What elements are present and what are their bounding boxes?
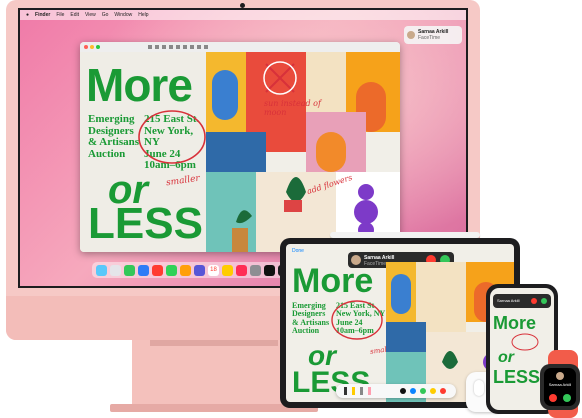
menu-item-file[interactable]: File [56, 12, 64, 18]
imac-stand-shadow [150, 340, 278, 346]
color-red-swatch[interactable] [440, 388, 446, 394]
eraser-tool-icon[interactable] [368, 387, 371, 395]
menu-item-go[interactable]: Go [102, 12, 109, 18]
poster-headline-or: or [498, 349, 514, 366]
dock-app-icon[interactable] [96, 264, 107, 276]
menu-item-edit[interactable]: Edit [70, 12, 79, 18]
annotation-sun-instead-of-moon: sun instead of moon [264, 99, 321, 117]
dock-app-icon[interactable] [222, 264, 233, 276]
menu-item-view[interactable]: View [85, 12, 96, 18]
accept-call-icon[interactable] [541, 298, 547, 304]
caller-name: Sarnaa Arkill [548, 382, 572, 387]
dock-app-icon[interactable] [152, 264, 163, 276]
poster-text-panel: More Emerging Designers & Artisans Aucti… [80, 52, 206, 252]
color-yellow-swatch[interactable] [430, 388, 436, 394]
facetime-notification[interactable]: Sarnaa Arkill FaceTime [404, 26, 462, 44]
poster-illustration: sun instead of moon add flowers [206, 52, 400, 252]
notification-subtitle: FaceTime [418, 35, 441, 41]
preview-window[interactable]: More Emerging Designers & Artisans Aucti… [80, 42, 400, 252]
red-circle-annotation [511, 333, 539, 351]
poster-headline-more: More [493, 313, 537, 333]
dock-app-icon[interactable] [124, 264, 135, 276]
pencil-tool-icon[interactable] [360, 387, 363, 395]
dock-app-icon[interactable] [250, 264, 261, 276]
close-button[interactable] [84, 45, 88, 49]
watch-screen: Sarnaa Arkill [544, 368, 576, 406]
red-circle-annotation [331, 300, 383, 340]
poster-headline-more: More [292, 262, 374, 300]
pen-tool-icon[interactable] [344, 387, 347, 395]
poster-info-line: Auction [88, 147, 126, 160]
dock-app-icon[interactable] [236, 264, 247, 276]
color-black-swatch[interactable] [400, 388, 406, 394]
facetime-call-banner[interactable]: Sarnaa Arkill [493, 294, 551, 308]
menu-item-finder[interactable]: Finder [35, 12, 50, 18]
menu-item-window[interactable]: Window [114, 12, 132, 18]
poster-info-line: Auction [292, 326, 320, 336]
menu-bar: ● Finder File Edit View Go Window Help [20, 10, 466, 20]
apple-menu-icon[interactable]: ● [26, 12, 29, 18]
poster-event-info: Emerging Designers & Artisans Auction [292, 301, 329, 336]
menu-item-help[interactable]: Help [138, 12, 148, 18]
avatar [556, 372, 564, 380]
minimize-button[interactable] [90, 45, 94, 49]
illustration-art [206, 52, 400, 252]
calendar-icon[interactable]: 18 [208, 264, 219, 276]
accept-call-icon[interactable] [563, 394, 571, 402]
done-button[interactable]: Done [292, 248, 304, 254]
poster-event-info: Emerging Designers & Artisans Auction [88, 113, 140, 160]
avatar [407, 31, 415, 39]
poster-info-line: & Artisans [88, 136, 140, 149]
markup-toolbar [336, 384, 456, 398]
dock-app-icon[interactable] [180, 264, 191, 276]
decline-call-icon[interactable] [531, 298, 537, 304]
dock-app-icon[interactable] [166, 264, 177, 276]
red-circle-annotation [138, 110, 206, 164]
caller-name: Sarnaa Arkill [497, 298, 520, 303]
airpod-left [474, 380, 484, 396]
poster-info-line: Emerging [88, 113, 135, 125]
poster-headline-more: More [86, 59, 193, 111]
decline-call-icon[interactable] [549, 394, 557, 402]
zoom-button[interactable] [96, 45, 100, 49]
marker-tool-icon[interactable] [352, 387, 355, 395]
annotation-smaller: smaller [165, 173, 201, 189]
dock-app-icon[interactable] [264, 264, 275, 276]
poster-headline-less: LESS [88, 199, 203, 248]
poster-headline-less: LESS [493, 367, 541, 387]
imac-stand [132, 340, 296, 406]
dock-app-icon[interactable] [194, 264, 205, 276]
color-green-swatch[interactable] [420, 388, 426, 394]
color-blue-swatch[interactable] [410, 388, 416, 394]
markup-toolbar-icon[interactable] [148, 45, 208, 49]
dock-app-icon[interactable] [110, 264, 121, 276]
dock-app-icon[interactable] [138, 264, 149, 276]
